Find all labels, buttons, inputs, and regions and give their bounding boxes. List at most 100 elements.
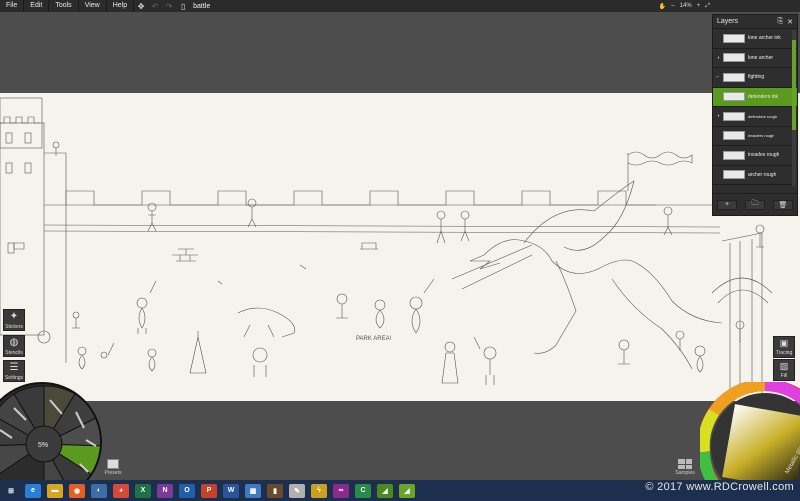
- word-icon[interactable]: W: [223, 483, 239, 498]
- network-icon[interactable]: ▦: [245, 483, 261, 498]
- artrage-icon[interactable]: ◢: [377, 483, 393, 498]
- layer-item[interactable]: invaders rough: [713, 126, 797, 146]
- move-icon[interactable]: ✥: [136, 1, 146, 11]
- fill-icon: ▨: [779, 361, 789, 371]
- layer-thumbnail: [723, 33, 745, 43]
- presets-label: Presets: [104, 470, 122, 476]
- outlook-icon[interactable]: O: [179, 483, 195, 498]
- layer-name: defenders rough: [748, 113, 778, 119]
- saturation-luminance-square[interactable]: [722, 404, 800, 490]
- samples-icon: [678, 459, 692, 469]
- layers-panel: Layers ⎘ ✕ lone archer ink ◑ lone archer…: [712, 14, 798, 216]
- zoom-controls: ✋ – 14% + ⤢: [659, 0, 710, 12]
- add-layer-button[interactable]: +: [717, 199, 737, 210]
- layer-item[interactable]: archer rough: [713, 165, 797, 185]
- layer-item[interactable]: lone archer ink: [713, 29, 797, 49]
- visibility-icon[interactable]: [713, 165, 723, 184]
- layer-thumbnail: [723, 170, 745, 180]
- chrome-icon[interactable]: ◕: [113, 483, 129, 498]
- layer-item-active[interactable]: defenders ink: [713, 87, 797, 107]
- stickers-label: Stickers: [5, 324, 23, 330]
- undo-icon[interactable]: ↶: [150, 1, 160, 11]
- cam-icon[interactable]: C: [355, 483, 371, 498]
- onenote-icon[interactable]: N: [157, 483, 173, 498]
- delete-layer-button[interactable]: 🗑: [773, 199, 793, 210]
- presets-button[interactable]: Presets: [104, 459, 122, 479]
- drawing-canvas[interactable]: PARK AREA!: [0, 93, 800, 401]
- layers-scrollbar[interactable]: [792, 30, 796, 186]
- samples-label: Samples: [675, 470, 695, 476]
- menu-help[interactable]: Help: [107, 0, 135, 12]
- ie-icon[interactable]: e: [25, 483, 41, 498]
- visibility-icon[interactable]: [713, 126, 723, 145]
- stencils-icon: ◍: [9, 337, 19, 348]
- fill-label: Fill: [780, 373, 788, 379]
- windows-icon[interactable]: ⊞: [3, 483, 19, 498]
- presets-icon: [107, 459, 119, 469]
- watermark: © 2017 www.RDCrowell.com: [645, 481, 794, 493]
- visibility-icon[interactable]: [713, 29, 723, 48]
- stickers-icon: ✦: [9, 311, 19, 322]
- add-group-button[interactable]: 🗀: [745, 199, 765, 210]
- redo-icon[interactable]: ↷: [164, 1, 174, 11]
- menu-bar: File Edit Tools View Help ✥ ↶ ↷ ▯ battle…: [0, 0, 800, 12]
- scrollbar-thumb[interactable]: [792, 40, 796, 130]
- lightning-icon[interactable]: ϟ: [311, 483, 327, 498]
- file-explorer-icon[interactable]: ▬: [47, 483, 63, 498]
- stencils-button[interactable]: ◍ Stencils: [3, 335, 25, 357]
- tracing-label: Tracing: [775, 350, 793, 356]
- artrage-active-icon[interactable]: ◢: [399, 483, 415, 498]
- tracing-icon: ▣: [779, 338, 789, 348]
- settings-label: Settings: [4, 375, 24, 381]
- brush-size-value: 5%: [38, 442, 48, 449]
- excel-icon[interactable]: X: [135, 483, 151, 498]
- menu-tools[interactable]: Tools: [49, 0, 79, 12]
- layer-name: lone archer: [748, 54, 774, 61]
- layer-item[interactable]: invades rough: [713, 146, 797, 166]
- firefox-icon[interactable]: ◉: [69, 483, 85, 498]
- layer-thumbnail: [723, 150, 745, 160]
- zoom-level: 14%: [679, 3, 692, 9]
- layers-close-icon[interactable]: ✕: [787, 18, 793, 26]
- sketch-annotation: PARK AREA!: [356, 336, 392, 342]
- visibility-icon[interactable]: ◑: [713, 48, 723, 67]
- visibility-icon[interactable]: [713, 87, 723, 106]
- layer-item[interactable]: ◑ lone archer: [713, 48, 797, 68]
- chrome-app-icon[interactable]: ◐: [91, 483, 107, 498]
- fit-screen-icon[interactable]: ⤢: [705, 3, 710, 10]
- layers-options-icon[interactable]: ⎘: [778, 18, 784, 26]
- layer-name: archer rough: [748, 171, 777, 178]
- visibility-icon[interactable]: ◑: [713, 107, 723, 126]
- document-icon: ▯: [180, 1, 186, 11]
- books-icon[interactable]: ▮: [267, 483, 283, 498]
- samples-button[interactable]: Samples: [674, 459, 696, 479]
- menu-file[interactable]: File: [0, 0, 25, 12]
- layer-item[interactable]: ◑ defenders rough: [713, 107, 797, 127]
- menu-view[interactable]: View: [79, 0, 107, 12]
- layer-thumbnail: [723, 131, 745, 141]
- visibility-icon[interactable]: [713, 146, 723, 165]
- powerpoint-icon[interactable]: P: [201, 483, 217, 498]
- menu-edit[interactable]: Edit: [24, 0, 50, 12]
- hand-icon[interactable]: ✋: [659, 3, 666, 10]
- creative-cloud-icon[interactable]: ∞: [333, 483, 349, 498]
- sketch-artwork: PARK AREA!: [0, 97, 773, 393]
- visibility-icon[interactable]: ⌐: [713, 68, 723, 87]
- layer-thumbnail: [723, 111, 745, 121]
- layers-header: Layers ⎘ ✕: [713, 15, 797, 29]
- settings-icon: ☰: [9, 362, 19, 373]
- layers-title: Layers: [717, 18, 739, 25]
- layer-thumbnail: [723, 72, 745, 82]
- layer-name: invaders rough: [748, 133, 775, 139]
- tracing-button[interactable]: ▣ Tracing: [773, 336, 795, 358]
- layer-item[interactable]: ⌐ fighting: [713, 68, 797, 88]
- fill-button[interactable]: ▨ Fill: [773, 359, 795, 381]
- settings-button[interactable]: ☰ Settings: [3, 360, 25, 382]
- zoom-out-button[interactable]: –: [671, 3, 674, 9]
- layer-thumbnail: [723, 53, 745, 63]
- sketch-app-icon[interactable]: ✎: [289, 483, 305, 498]
- document-title: battle: [193, 2, 211, 10]
- layer-name: defenders ink: [748, 93, 779, 100]
- stickers-button[interactable]: ✦ Stickers: [3, 309, 25, 331]
- zoom-in-button[interactable]: +: [697, 3, 701, 9]
